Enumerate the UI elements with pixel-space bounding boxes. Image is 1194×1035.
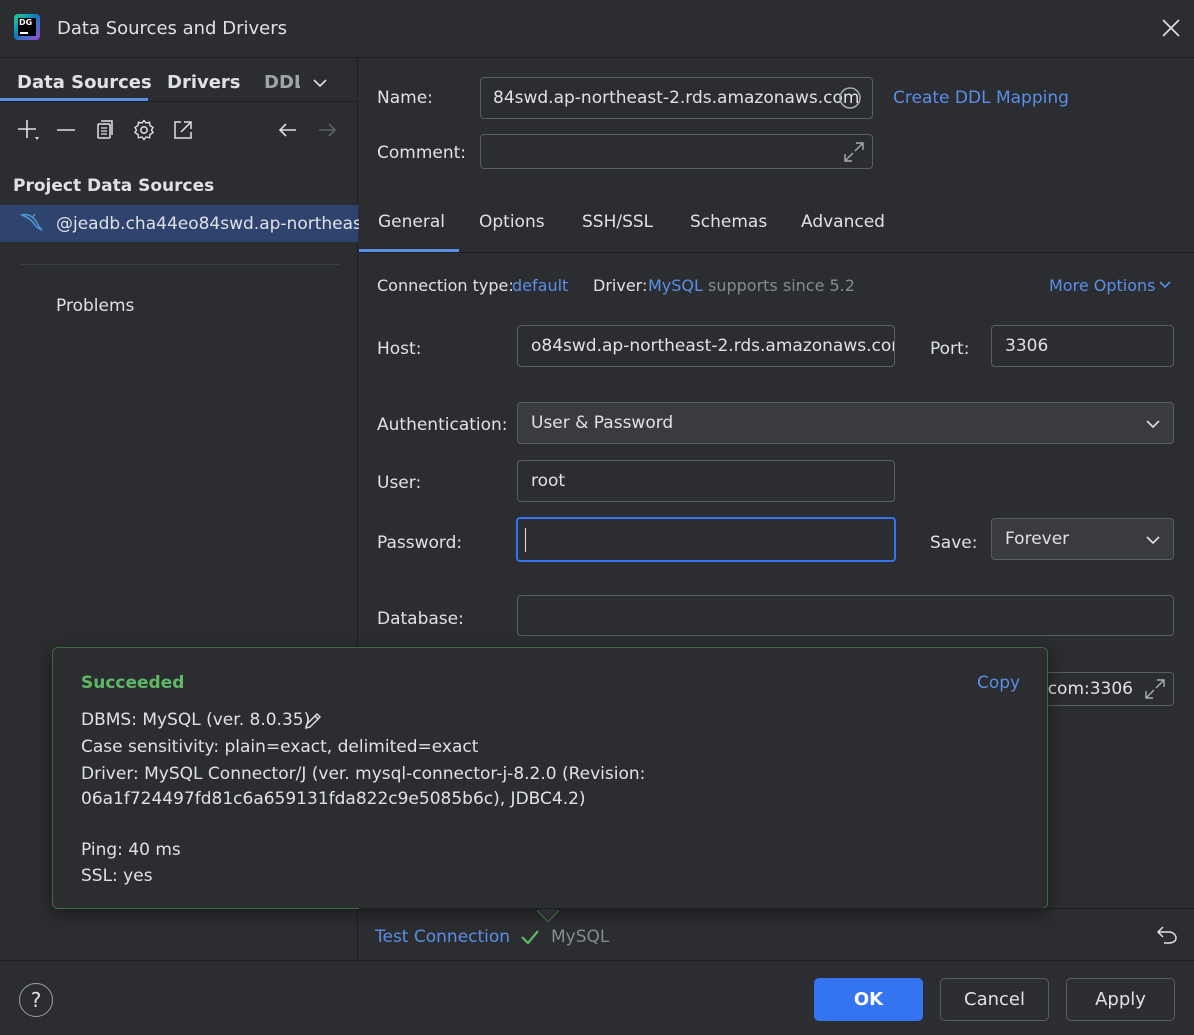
remove-icon[interactable] <box>54 118 78 142</box>
copy-link[interactable]: Copy <box>977 673 1020 693</box>
tab-divider <box>359 252 1194 253</box>
driver-info-line1: Driver: MySQL Connector/J (ver. mysql-co… <box>81 764 646 784</box>
host-field[interactable]: o84swd.ap-northeast-2.rds.amazonaws.com <box>517 325 895 367</box>
mysql-dolphin-icon <box>20 213 43 231</box>
tab-data-sources[interactable]: Data Sources <box>17 72 152 93</box>
app-logo-icon: DG <box>14 14 40 40</box>
close-icon[interactable] <box>1160 17 1182 39</box>
revert-icon[interactable] <box>1155 922 1179 946</box>
tab-advanced[interactable]: Advanced <box>801 212 885 232</box>
section-title: Project Data Sources <box>13 176 215 196</box>
connection-type-link[interactable]: default <box>512 276 568 295</box>
database-field[interactable] <box>517 595 1174 636</box>
tab-options[interactable]: Options <box>479 212 545 232</box>
user-field[interactable]: root <box>517 460 895 502</box>
divider <box>20 264 340 265</box>
password-field[interactable] <box>516 517 896 562</box>
host-label: Host: <box>377 339 422 359</box>
save-value: Forever <box>1005 529 1070 549</box>
tab-divider <box>0 101 358 102</box>
text-cursor <box>525 528 526 552</box>
status-text: Succeeded <box>81 673 185 693</box>
driver-note: supports since 5.2 <box>708 276 855 295</box>
chevron-down-icon[interactable] <box>1145 532 1161 548</box>
name-value: 84swd.ap-northeast-2.rds.amazonaws.com <box>493 88 860 108</box>
tab-schemas[interactable]: Schemas <box>690 212 767 232</box>
user-value: root <box>531 471 566 491</box>
case-sensitivity-info: Case sensitivity: plain=exact, delimited… <box>81 737 479 757</box>
database-label: Database: <box>377 609 464 629</box>
authentication-label: Authentication: <box>377 415 508 435</box>
apply-button[interactable]: Apply <box>1066 978 1175 1021</box>
add-icon[interactable] <box>15 118 39 142</box>
window-title: Data Sources and Drivers <box>57 18 287 39</box>
connection-type-label: Connection type: <box>377 276 514 295</box>
dbms-info: DBMS: MySQL (ver. 8.0.35) <box>81 710 311 730</box>
url-value: s.com:3306 <box>1033 679 1133 699</box>
expand-icon[interactable] <box>842 140 866 164</box>
chevron-down-icon[interactable] <box>1158 278 1172 292</box>
driver-info-line2: 06a1f724497fd81c6a659131fda822c9e5085b6c… <box>81 789 586 809</box>
chevron-down-icon[interactable] <box>311 74 329 92</box>
password-label: Password: <box>377 533 463 553</box>
expand-icon[interactable] <box>1143 677 1167 701</box>
edit-pencil-icon[interactable] <box>303 711 323 731</box>
duplicate-icon[interactable] <box>93 118 117 142</box>
cancel-button[interactable]: Cancel <box>940 978 1049 1021</box>
tab-ssh-ssl[interactable]: SSH/SSL <box>582 212 653 232</box>
save-label: Save: <box>930 533 978 553</box>
more-options-link[interactable]: More Options <box>1049 276 1155 295</box>
problems-item[interactable]: Problems <box>56 296 134 316</box>
name-label: Name: <box>377 88 433 108</box>
test-connection-link[interactable]: Test Connection <box>375 927 510 947</box>
color-circle-icon[interactable] <box>838 86 862 110</box>
tab-general[interactable]: General <box>378 212 445 232</box>
port-value: 3306 <box>1005 336 1049 356</box>
bottom-separator <box>359 908 1194 909</box>
open-external-icon[interactable] <box>171 118 195 142</box>
create-ddl-mapping-link[interactable]: Create DDL Mapping <box>893 88 1069 108</box>
tab-drivers[interactable]: Drivers <box>167 72 241 93</box>
user-label: User: <box>377 473 422 493</box>
ssl-info: SSL: yes <box>81 866 153 886</box>
back-arrow-icon[interactable] <box>276 118 300 142</box>
data-source-label: @jeadb.cha44eo84swd.ap-northeast- <box>56 214 375 234</box>
driver-name: MySQL <box>551 927 610 947</box>
settings-icon[interactable] <box>132 118 156 142</box>
checkmark-icon <box>521 930 539 945</box>
driver-label: Driver: <box>593 276 648 295</box>
comment-field[interactable] <box>480 134 873 169</box>
chevron-down-icon[interactable] <box>1145 416 1161 432</box>
tab-ddl[interactable]: DDL <box>264 72 300 93</box>
ping-info: Ping: 40 ms <box>81 840 181 860</box>
authentication-value: User & Password <box>531 413 674 433</box>
ok-button[interactable]: OK <box>814 978 923 1021</box>
forward-arrow-icon[interactable] <box>315 118 339 142</box>
help-icon[interactable]: ? <box>19 983 53 1017</box>
comment-label: Comment: <box>377 143 467 163</box>
driver-link[interactable]: MySQL <box>648 276 703 295</box>
authentication-dropdown[interactable]: User & Password <box>517 402 1174 444</box>
host-value: o84swd.ap-northeast-2.rds.amazonaws.com <box>531 336 895 356</box>
name-field[interactable]: 84swd.ap-northeast-2.rds.amazonaws.com <box>480 77 873 119</box>
port-label: Port: <box>930 339 970 359</box>
port-field[interactable]: 3306 <box>991 325 1174 367</box>
